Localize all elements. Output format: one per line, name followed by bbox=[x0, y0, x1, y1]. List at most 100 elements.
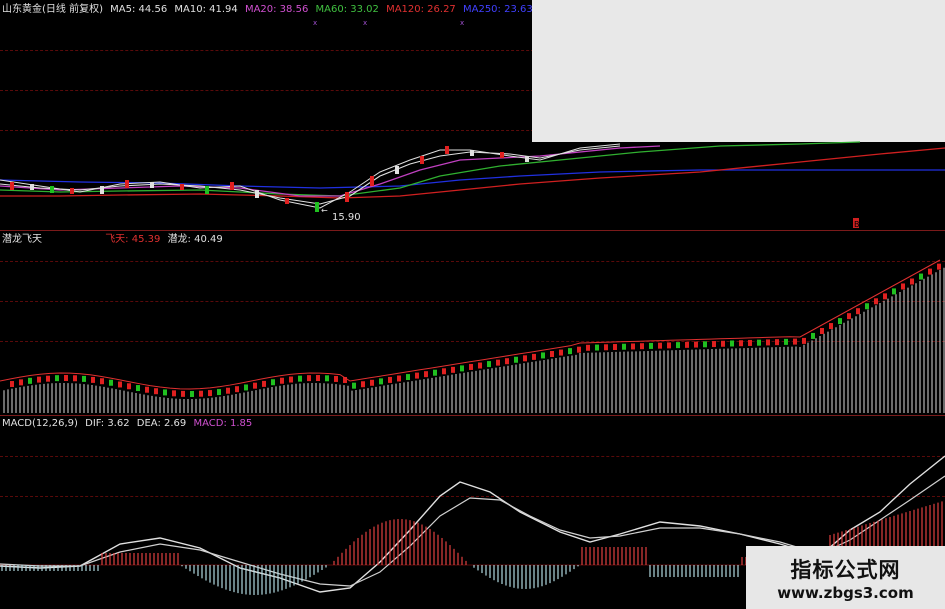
indicator-candle bbox=[397, 375, 401, 382]
indicator-candle bbox=[883, 293, 887, 300]
indicator-candle bbox=[433, 369, 437, 376]
indicator-panel[interactable]: 潜龙飞天 飞天: 45.39 潜龙: 40.49 bbox=[0, 231, 945, 415]
price-panel[interactable]: 山东黄金(日线 前复权) MA5: 44.56 MA10: 41.94 MA20… bbox=[0, 0, 945, 230]
indicator-candle bbox=[694, 341, 698, 348]
indicator-candle bbox=[739, 340, 743, 347]
indicator-candle bbox=[154, 388, 158, 395]
indicator-candle bbox=[487, 361, 491, 368]
indicator-candle bbox=[82, 375, 86, 382]
indicator-candle bbox=[847, 313, 851, 320]
indicator-candle bbox=[613, 344, 617, 351]
indicator-candle bbox=[775, 339, 779, 346]
indicator-candle bbox=[28, 377, 32, 384]
indicator-candle bbox=[865, 303, 869, 310]
indicator-candle bbox=[802, 337, 806, 344]
indicator-candle bbox=[586, 344, 590, 351]
indicator-candle bbox=[118, 381, 122, 388]
indicator-candle bbox=[217, 389, 221, 396]
date-axis bbox=[0, 598, 745, 609]
indicator-candle bbox=[406, 374, 410, 381]
indicator-candle bbox=[370, 379, 374, 386]
indicator-candle bbox=[307, 375, 311, 382]
indicator-candle bbox=[829, 323, 833, 330]
indicator-candle bbox=[730, 340, 734, 347]
indicator-candle bbox=[415, 372, 419, 379]
indicator-candle bbox=[892, 288, 896, 295]
indicator-candle bbox=[685, 341, 689, 348]
indicator-candle bbox=[784, 338, 788, 345]
indicator-candle bbox=[46, 375, 50, 382]
indicator-candle bbox=[109, 379, 113, 386]
indicator-candle bbox=[811, 332, 815, 339]
indicator-candle bbox=[316, 375, 320, 382]
arrow-left-icon: ← bbox=[321, 206, 328, 215]
indicator-candle bbox=[523, 355, 527, 362]
indicator-candle bbox=[10, 381, 14, 388]
indicator-candle bbox=[928, 268, 932, 275]
indicator-candle bbox=[181, 390, 185, 397]
indicator-candle bbox=[172, 390, 176, 397]
indicator-candle bbox=[352, 382, 356, 389]
indicator-candle bbox=[856, 308, 860, 315]
indicator-candle bbox=[424, 371, 428, 378]
indicator-candle bbox=[100, 378, 104, 385]
indicator-candle bbox=[208, 390, 212, 397]
indicator-candle bbox=[379, 378, 383, 385]
low-price-label: 15.90 bbox=[332, 212, 361, 223]
indicator-candle bbox=[91, 376, 95, 383]
indicator-candle bbox=[226, 387, 230, 394]
indicator-candle bbox=[703, 341, 707, 348]
indicator-candle bbox=[595, 344, 599, 351]
indicator-candle bbox=[874, 298, 878, 305]
indicator-candle bbox=[910, 278, 914, 285]
indicator-candle bbox=[793, 338, 797, 345]
indicator-candle bbox=[505, 358, 509, 365]
indicator-chart bbox=[0, 259, 945, 413]
indicator-candle bbox=[676, 342, 680, 349]
indicator-candle bbox=[55, 375, 59, 382]
price-chart: x x x ← 15.90 B bbox=[0, 0, 945, 229]
indicator-candle bbox=[253, 382, 257, 389]
indicator-candle bbox=[721, 340, 725, 347]
indicator-candle bbox=[19, 379, 23, 386]
indicator-candle bbox=[199, 390, 203, 397]
candlesticks bbox=[10, 146, 529, 212]
watermark-title: 指标公式网 bbox=[790, 557, 901, 582]
indicator-candle bbox=[460, 365, 464, 372]
indicator-candle bbox=[766, 339, 770, 346]
indicator-candle bbox=[757, 339, 761, 346]
indicator-candle bbox=[559, 349, 563, 356]
indicator-candle bbox=[820, 328, 824, 334]
indicator-candle bbox=[748, 339, 752, 346]
indicator-candle bbox=[388, 376, 392, 383]
indicator-candle bbox=[496, 359, 500, 366]
indicator-candle bbox=[514, 356, 518, 363]
indicator-candle bbox=[667, 342, 671, 349]
indicator-candle bbox=[289, 376, 293, 383]
indicator-candle bbox=[244, 384, 248, 391]
indicator-candle bbox=[145, 386, 149, 393]
indicator-candle bbox=[451, 366, 455, 373]
x-marker-icon: x bbox=[460, 19, 464, 27]
indicator-candle bbox=[469, 363, 473, 370]
indicator-candle bbox=[136, 385, 140, 392]
indicator-candle bbox=[325, 375, 329, 382]
indicator-candle bbox=[550, 351, 554, 357]
indicator-candle bbox=[568, 348, 572, 355]
indicator-candle bbox=[235, 386, 239, 393]
b-marker-text: B bbox=[854, 220, 860, 229]
indicator-candle bbox=[712, 341, 716, 348]
indicator-candle bbox=[163, 389, 167, 396]
indicator-candle bbox=[838, 318, 842, 325]
indicator-candle bbox=[541, 352, 545, 359]
watermark-url: www.zbgs3.com bbox=[777, 583, 914, 602]
indicator-candle bbox=[127, 383, 131, 390]
indicator-candle bbox=[280, 377, 284, 384]
indicator-candle bbox=[361, 381, 365, 388]
indicator-candle bbox=[631, 343, 635, 350]
indicator-candle bbox=[901, 283, 905, 290]
indicator-candle bbox=[649, 342, 653, 349]
indicator-candle bbox=[604, 344, 608, 351]
indicator-candle bbox=[937, 263, 941, 270]
indicator-candle bbox=[37, 376, 41, 383]
